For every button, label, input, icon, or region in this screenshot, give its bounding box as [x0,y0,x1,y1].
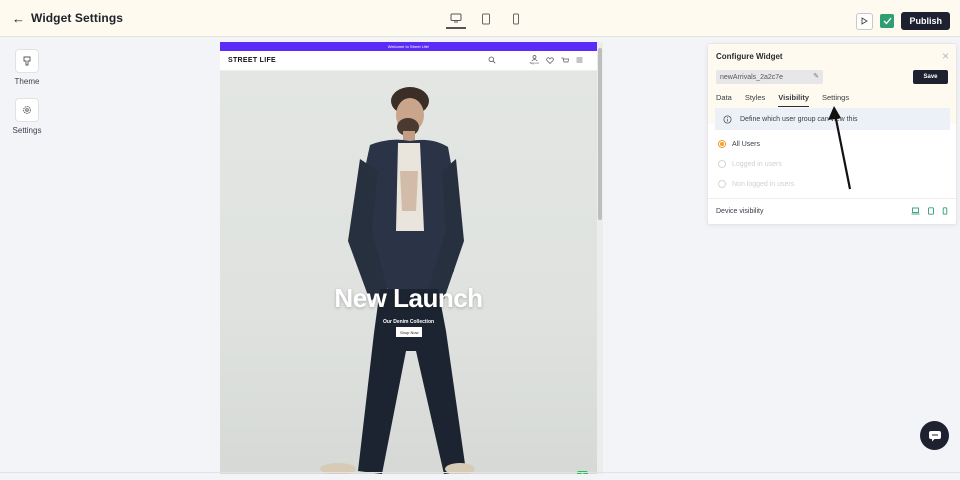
save-button[interactable]: Save [913,70,948,84]
mobile-icon[interactable] [942,207,948,215]
widget-name-value: newArrivals_2a2c7e [720,73,784,81]
option-non-logged-in[interactable]: Non logged in users [718,180,794,188]
back-button[interactable]: ← Widget Settings [12,11,123,25]
heart-icon[interactable] [546,56,554,64]
arrow-left-icon: ← [12,10,25,26]
page-preview[interactable]: Welcome to Street Life! STREET LIFE Sign… [220,42,597,474]
sidebar-item-theme[interactable]: Theme [5,49,49,86]
sidebar-item-settings[interactable]: Settings [5,98,49,135]
tab-visibility[interactable]: Visibility [778,93,809,107]
chat-button[interactable] [920,421,949,450]
annotation-arrow-icon [828,106,852,190]
radio-selected[interactable] [718,140,726,148]
hero-subtitle: Our Denim Collection [382,319,435,325]
sign-in-label: Sign In [529,61,539,65]
widget-name-field[interactable]: newArrivals_2a2c7e ✎ [716,70,823,84]
hero-banner: New Launch Our Denim Collection Shop Now [220,71,597,474]
chat-icon [928,430,941,441]
search-icon[interactable] [488,56,496,64]
tablet-icon[interactable] [927,207,935,215]
gear-icon [23,106,31,114]
scrollbar-thumb[interactable] [598,48,602,220]
device-visibility-label: Device visibility [716,208,764,215]
brush-icon [23,56,31,66]
whatsapp-icon [580,473,585,474]
radio-unselected[interactable] [718,180,726,188]
tab-data[interactable]: Data [716,93,732,107]
desktop-icon[interactable] [446,9,466,29]
sidebar-item-label: Theme [14,77,40,86]
hero-model-image [320,87,475,474]
divider [0,472,960,473]
menu-icon[interactable] [576,57,583,63]
preview-button[interactable] [856,12,874,30]
tab-styles[interactable]: Styles [745,93,765,107]
play-icon [862,17,869,25]
publish-button[interactable]: Publish [901,12,950,30]
divider [708,198,956,199]
mobile-icon[interactable] [506,9,526,29]
close-icon[interactable]: × [942,50,949,62]
cart-icon[interactable] [561,57,569,64]
panel-title: Configure Widget [716,52,783,61]
tablet-icon[interactable] [476,9,496,29]
option-all-users[interactable]: All Users [718,140,760,148]
shop-now-button[interactable]: Shop Now [396,327,423,337]
check-icon [883,17,892,25]
page-title: Widget Settings [31,11,124,25]
laptop-icon[interactable] [911,207,920,215]
sign-in-link[interactable]: Sign In [530,55,539,65]
pencil-icon[interactable]: ✎ [813,72,819,80]
save-check-button[interactable] [880,14,895,28]
option-logged-in[interactable]: Logged in users [718,160,782,168]
announcement-bar: Welcome to Street Life! [220,42,597,51]
option-label: Non logged in users [732,180,795,188]
top-bar: ← Widget Settings Publish [0,0,960,37]
option-label: Logged in users [732,160,782,168]
sidebar-item-label: Settings [12,126,42,135]
hero-title: New Launch [334,283,483,313]
option-label: All Users [732,140,761,148]
site-header: STREET LIFE Sign In [220,51,597,71]
device-switcher [446,9,526,29]
site-logo[interactable]: STREET LIFE [228,57,276,64]
preview-scrollbar[interactable] [597,42,603,474]
radio-unselected[interactable] [718,160,726,168]
info-icon [723,115,732,123]
